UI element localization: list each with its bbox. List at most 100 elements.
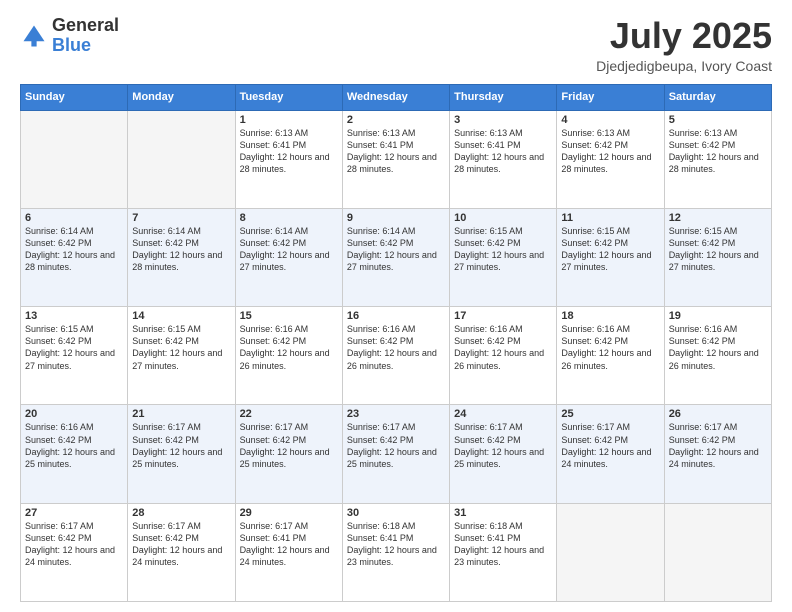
- table-row: 15Sunrise: 6:16 AM Sunset: 6:42 PM Dayli…: [235, 307, 342, 405]
- day-info: Sunrise: 6:17 AM Sunset: 6:42 PM Dayligh…: [454, 421, 552, 470]
- day-info: Sunrise: 6:17 AM Sunset: 6:42 PM Dayligh…: [132, 520, 230, 569]
- header-tuesday: Tuesday: [235, 84, 342, 110]
- day-info: Sunrise: 6:17 AM Sunset: 6:42 PM Dayligh…: [561, 421, 659, 470]
- header-monday: Monday: [128, 84, 235, 110]
- day-number: 13: [25, 310, 123, 322]
- day-info: Sunrise: 6:15 AM Sunset: 6:42 PM Dayligh…: [669, 225, 767, 274]
- day-number: 29: [240, 507, 338, 519]
- day-info: Sunrise: 6:17 AM Sunset: 6:42 PM Dayligh…: [25, 520, 123, 569]
- table-row: 18Sunrise: 6:16 AM Sunset: 6:42 PM Dayli…: [557, 307, 664, 405]
- day-info: Sunrise: 6:16 AM Sunset: 6:42 PM Dayligh…: [454, 323, 552, 372]
- day-number: 16: [347, 310, 445, 322]
- day-number: 31: [454, 507, 552, 519]
- day-number: 26: [669, 408, 767, 420]
- day-info: Sunrise: 6:13 AM Sunset: 6:41 PM Dayligh…: [454, 127, 552, 176]
- table-row: 12Sunrise: 6:15 AM Sunset: 6:42 PM Dayli…: [664, 208, 771, 306]
- day-info: Sunrise: 6:14 AM Sunset: 6:42 PM Dayligh…: [347, 225, 445, 274]
- header-thursday: Thursday: [450, 84, 557, 110]
- table-row: 31Sunrise: 6:18 AM Sunset: 6:41 PM Dayli…: [450, 503, 557, 601]
- day-number: 7: [132, 212, 230, 224]
- day-number: 8: [240, 212, 338, 224]
- day-info: Sunrise: 6:17 AM Sunset: 6:42 PM Dayligh…: [132, 421, 230, 470]
- header-saturday: Saturday: [664, 84, 771, 110]
- day-info: Sunrise: 6:13 AM Sunset: 6:42 PM Dayligh…: [669, 127, 767, 176]
- day-info: Sunrise: 6:16 AM Sunset: 6:42 PM Dayligh…: [561, 323, 659, 372]
- table-row: 1Sunrise: 6:13 AM Sunset: 6:41 PM Daylig…: [235, 110, 342, 208]
- day-number: 17: [454, 310, 552, 322]
- table-row: 5Sunrise: 6:13 AM Sunset: 6:42 PM Daylig…: [664, 110, 771, 208]
- logo-text-blue: Blue: [52, 35, 91, 55]
- day-info: Sunrise: 6:16 AM Sunset: 6:42 PM Dayligh…: [25, 421, 123, 470]
- table-row: 25Sunrise: 6:17 AM Sunset: 6:42 PM Dayli…: [557, 405, 664, 503]
- day-info: Sunrise: 6:13 AM Sunset: 6:41 PM Dayligh…: [347, 127, 445, 176]
- calendar-week-row: 6Sunrise: 6:14 AM Sunset: 6:42 PM Daylig…: [21, 208, 772, 306]
- calendar-week-row: 13Sunrise: 6:15 AM Sunset: 6:42 PM Dayli…: [21, 307, 772, 405]
- table-row: 21Sunrise: 6:17 AM Sunset: 6:42 PM Dayli…: [128, 405, 235, 503]
- table-row: 6Sunrise: 6:14 AM Sunset: 6:42 PM Daylig…: [21, 208, 128, 306]
- day-number: 19: [669, 310, 767, 322]
- table-row: 4Sunrise: 6:13 AM Sunset: 6:42 PM Daylig…: [557, 110, 664, 208]
- table-row: 2Sunrise: 6:13 AM Sunset: 6:41 PM Daylig…: [342, 110, 449, 208]
- day-number: 22: [240, 408, 338, 420]
- day-number: 5: [669, 114, 767, 126]
- calendar-table: Sunday Monday Tuesday Wednesday Thursday…: [20, 84, 772, 602]
- table-row: 28Sunrise: 6:17 AM Sunset: 6:42 PM Dayli…: [128, 503, 235, 601]
- title-block: July 2025 Djedjedigbeupa, Ivory Coast: [596, 16, 772, 74]
- day-info: Sunrise: 6:15 AM Sunset: 6:42 PM Dayligh…: [25, 323, 123, 372]
- header-wednesday: Wednesday: [342, 84, 449, 110]
- day-info: Sunrise: 6:16 AM Sunset: 6:42 PM Dayligh…: [669, 323, 767, 372]
- title-location: Djedjedigbeupa, Ivory Coast: [596, 58, 772, 74]
- day-info: Sunrise: 6:14 AM Sunset: 6:42 PM Dayligh…: [240, 225, 338, 274]
- table-row: 27Sunrise: 6:17 AM Sunset: 6:42 PM Dayli…: [21, 503, 128, 601]
- day-number: 20: [25, 408, 123, 420]
- table-row: 7Sunrise: 6:14 AM Sunset: 6:42 PM Daylig…: [128, 208, 235, 306]
- day-number: 11: [561, 212, 659, 224]
- table-row: [128, 110, 235, 208]
- table-row: [557, 503, 664, 601]
- day-number: 14: [132, 310, 230, 322]
- table-row: 16Sunrise: 6:16 AM Sunset: 6:42 PM Dayli…: [342, 307, 449, 405]
- day-info: Sunrise: 6:14 AM Sunset: 6:42 PM Dayligh…: [25, 225, 123, 274]
- table-row: 10Sunrise: 6:15 AM Sunset: 6:42 PM Dayli…: [450, 208, 557, 306]
- table-row: 3Sunrise: 6:13 AM Sunset: 6:41 PM Daylig…: [450, 110, 557, 208]
- day-info: Sunrise: 6:17 AM Sunset: 6:42 PM Dayligh…: [240, 421, 338, 470]
- table-row: 20Sunrise: 6:16 AM Sunset: 6:42 PM Dayli…: [21, 405, 128, 503]
- day-info: Sunrise: 6:17 AM Sunset: 6:41 PM Dayligh…: [240, 520, 338, 569]
- day-number: 18: [561, 310, 659, 322]
- calendar-header-row: Sunday Monday Tuesday Wednesday Thursday…: [21, 84, 772, 110]
- table-row: 19Sunrise: 6:16 AM Sunset: 6:42 PM Dayli…: [664, 307, 771, 405]
- day-number: 24: [454, 408, 552, 420]
- day-number: 10: [454, 212, 552, 224]
- day-info: Sunrise: 6:13 AM Sunset: 6:41 PM Dayligh…: [240, 127, 338, 176]
- table-row: 29Sunrise: 6:17 AM Sunset: 6:41 PM Dayli…: [235, 503, 342, 601]
- logo-text-general: General: [52, 15, 119, 35]
- day-number: 12: [669, 212, 767, 224]
- calendar-week-row: 1Sunrise: 6:13 AM Sunset: 6:41 PM Daylig…: [21, 110, 772, 208]
- table-row: 14Sunrise: 6:15 AM Sunset: 6:42 PM Dayli…: [128, 307, 235, 405]
- day-number: 6: [25, 212, 123, 224]
- logo: General Blue: [20, 16, 119, 56]
- day-number: 25: [561, 408, 659, 420]
- table-row: 17Sunrise: 6:16 AM Sunset: 6:42 PM Dayli…: [450, 307, 557, 405]
- day-info: Sunrise: 6:16 AM Sunset: 6:42 PM Dayligh…: [347, 323, 445, 372]
- table-row: 26Sunrise: 6:17 AM Sunset: 6:42 PM Dayli…: [664, 405, 771, 503]
- day-number: 1: [240, 114, 338, 126]
- day-info: Sunrise: 6:15 AM Sunset: 6:42 PM Dayligh…: [454, 225, 552, 274]
- calendar-week-row: 27Sunrise: 6:17 AM Sunset: 6:42 PM Dayli…: [21, 503, 772, 601]
- table-row: [21, 110, 128, 208]
- day-number: 15: [240, 310, 338, 322]
- table-row: 11Sunrise: 6:15 AM Sunset: 6:42 PM Dayli…: [557, 208, 664, 306]
- day-number: 3: [454, 114, 552, 126]
- day-number: 9: [347, 212, 445, 224]
- day-number: 27: [25, 507, 123, 519]
- day-number: 21: [132, 408, 230, 420]
- table-row: [664, 503, 771, 601]
- table-row: 9Sunrise: 6:14 AM Sunset: 6:42 PM Daylig…: [342, 208, 449, 306]
- header-friday: Friday: [557, 84, 664, 110]
- day-number: 28: [132, 507, 230, 519]
- day-info: Sunrise: 6:17 AM Sunset: 6:42 PM Dayligh…: [347, 421, 445, 470]
- day-number: 4: [561, 114, 659, 126]
- logo-icon: [20, 22, 48, 50]
- day-info: Sunrise: 6:15 AM Sunset: 6:42 PM Dayligh…: [561, 225, 659, 274]
- day-info: Sunrise: 6:14 AM Sunset: 6:42 PM Dayligh…: [132, 225, 230, 274]
